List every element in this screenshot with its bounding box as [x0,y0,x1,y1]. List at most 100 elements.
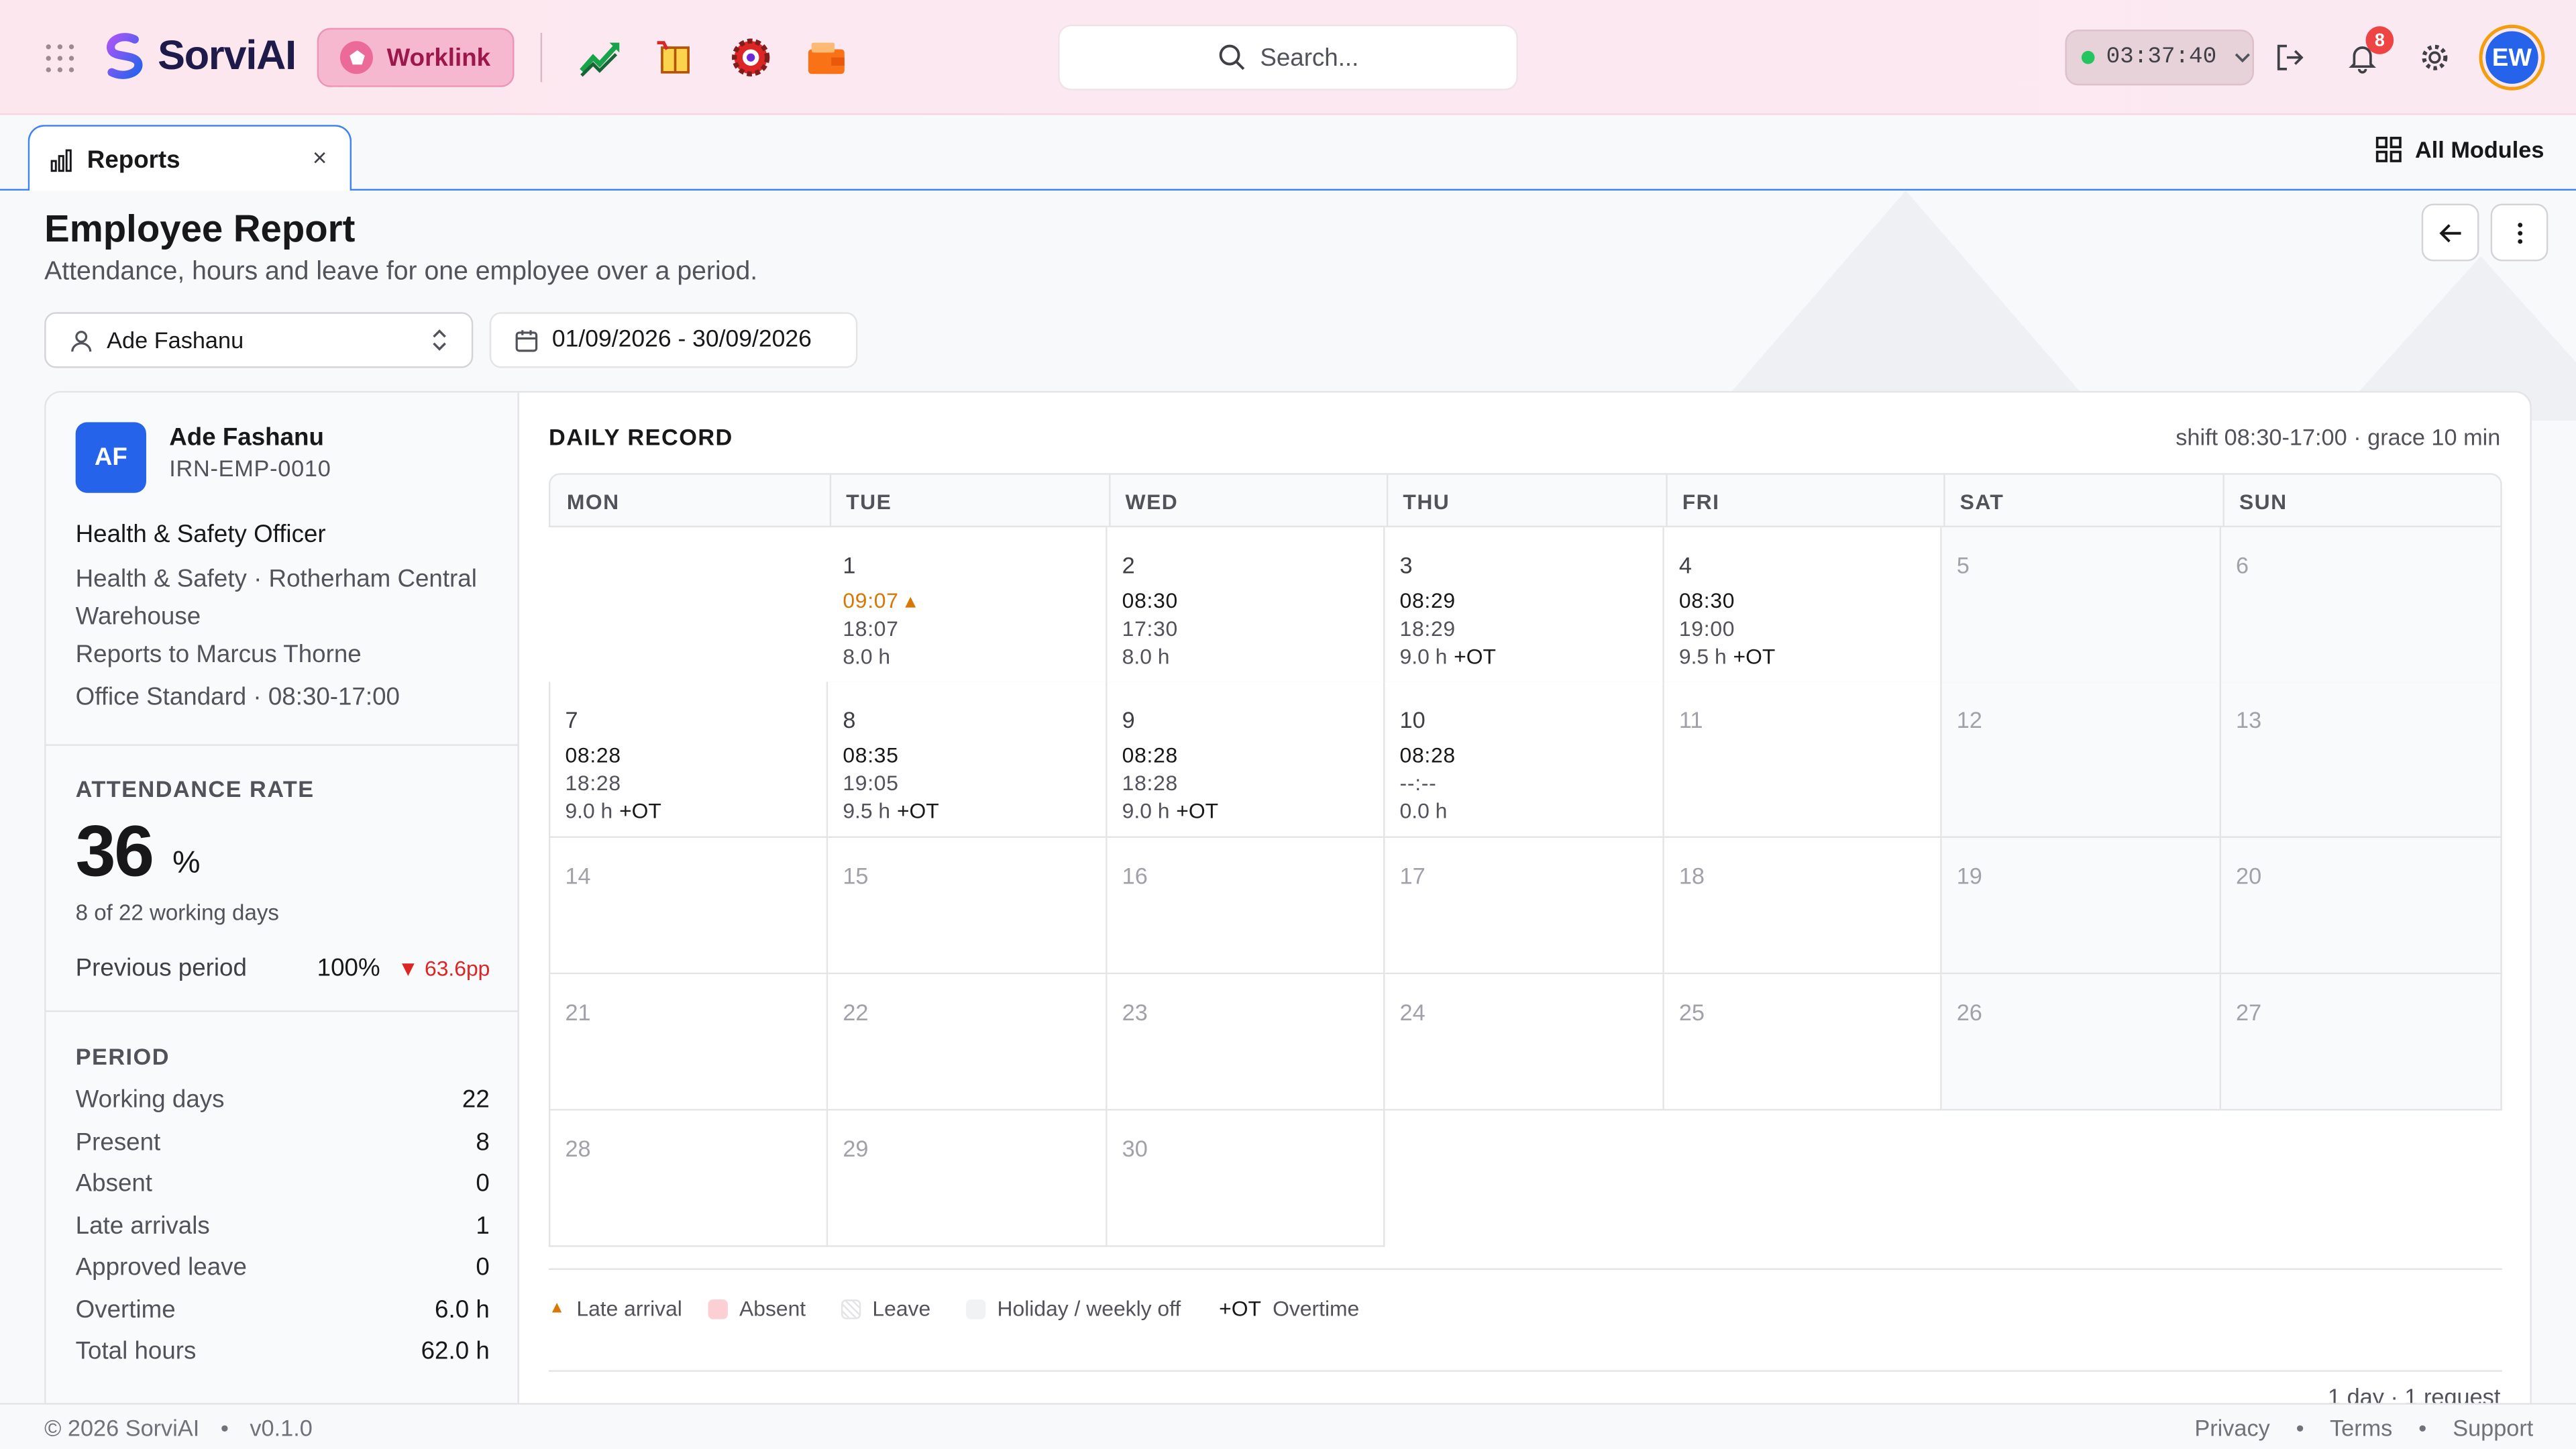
legend-late: ▲ Late arrival [549,1296,682,1321]
calendar-icon [515,329,538,352]
divider [46,1010,519,1012]
calendar-day-cell[interactable]: 7 08:28 18:28 9.0 h +OT [548,682,828,838]
calendar-day-cell[interactable]: 2 08:30 17:30 8.0 h [1107,527,1385,684]
status-dot [2081,50,2095,64]
app-logo[interactable]: SorviAI [99,30,297,82]
more-options-button[interactable] [2490,203,2548,262]
back-button[interactable] [2421,203,2479,262]
check-in-time: 08:29 [1399,588,1456,613]
period-stat-value: 22 [462,1085,490,1114]
employee-department: Health & Safety · Rotherham Central Ware… [75,565,477,631]
analytics-icon[interactable] [578,36,621,79]
calendar-day-cell[interactable]: 18 [1664,837,1942,975]
previous-period-delta: ▼ 63.6pp [397,956,490,981]
calendar-day-cell[interactable]: 4 08:30 19:00 9.5 h +OT [1664,527,1942,684]
calendar-day-cell[interactable]: 29 [828,1110,1108,1247]
calendar-day-cell[interactable]: 11 [1664,682,1942,838]
calendar-day-cell[interactable]: 15 [828,837,1108,975]
all-modules-button[interactable]: All Modules [2375,136,2544,162]
calendar-day-cell[interactable]: 22 [828,974,1108,1111]
weekday-header: THU [1403,489,1450,515]
employee-id: IRN-EMP-0010 [169,455,331,482]
clock-timer-dropdown[interactable]: 03:37:40 [2065,30,2255,86]
footer-left: © 2026 SorviAI • v0.1.0 [44,1415,313,1441]
calendar-day-cell[interactable]: 21 [548,974,828,1111]
calendar-day-cell[interactable]: 20 [2221,837,2502,975]
hours-value: 9.5 h [1678,644,1727,669]
calendar-day-cell[interactable]: 17 [1385,837,1664,975]
grid-icon [2375,136,2402,162]
period-stat-value: 0 [476,1169,490,1198]
daily-record-title: DAILY RECORD [548,423,733,451]
legend-absent-label: Absent [739,1296,806,1321]
column-divider [829,474,832,529]
calendar-day-cell[interactable]: 9 08:28 18:28 9.0 h +OT [1107,682,1385,838]
calendar-day-cell[interactable]: 12 [1941,682,2222,838]
notification-badge: 8 [2365,26,2394,54]
calendar-day-cell[interactable]: 26 [1941,974,2222,1111]
footer-link-privacy[interactable]: Privacy [2194,1415,2269,1441]
day-number: 1 [843,551,856,579]
calendar-day-cell[interactable]: 5 [1941,527,2222,684]
employee-select[interactable]: Ade Fashanu [44,312,474,368]
overtime-tag: +OT [1454,644,1496,669]
footer-link-terms[interactable]: Terms [2330,1415,2392,1441]
footer-separator: • [2296,1414,2304,1441]
calendar-day-cell[interactable]: 24 [1385,974,1664,1111]
date-range-picker[interactable]: 01/09/2026 - 30/09/2026 [489,312,858,368]
worklink-module-button[interactable]: ⬟ Worklink [317,28,515,87]
logout-icon[interactable] [2273,41,2306,74]
calendar-day-cell[interactable]: 16 [1107,837,1385,975]
calendar-day-cell[interactable]: 19 [1941,837,2222,975]
day-number: 14 [565,862,591,889]
calendar-header: MON TUE WED THU FRI SAT SUN [548,473,2502,529]
footer-copyright: © 2026 SorviAI [44,1414,200,1441]
footer-link-support[interactable]: Support [2453,1415,2533,1441]
weekday-header: SAT [1960,489,2004,515]
hours-value: 9.0 h [1122,798,1170,823]
footer: © 2026 SorviAI • v0.1.0 Privacy • Terms … [0,1403,2576,1449]
calendar-day-cell[interactable]: 13 [2221,682,2502,838]
hours-worked: 8.0 h [843,644,890,669]
hours-value: 8.0 h [843,644,891,669]
day-number: 6 [2236,551,2249,579]
calendar-day-cell[interactable]: 25 [1664,974,1942,1111]
calendar-day-cell[interactable]: 30 [1107,1110,1385,1247]
column-divider [1943,474,1945,529]
calendar-day-cell[interactable]: 1 09:07 ▴ 18:07 8.0 h [828,527,1108,684]
calendar-day-cell[interactable]: 28 [548,1110,828,1247]
user-avatar[interactable]: EW [2479,24,2545,91]
day-number: 13 [2236,706,2262,733]
calendar-day-cell[interactable]: 8 08:35 19:05 9.5 h +OT [828,682,1108,838]
wallet-icon[interactable] [805,36,848,79]
period-label: PERIOD [75,1043,170,1070]
search-input[interactable]: Search... [1058,24,1518,91]
calendar-day-cell[interactable]: 27 [2221,974,2502,1111]
day-number: 15 [843,862,869,889]
search-placeholder: Search... [1260,43,1359,72]
legend-holiday-label: Holiday / weekly off [997,1296,1181,1321]
footer-separator: • [2418,1414,2427,1441]
employee-name: Ade Fashanu [169,423,324,452]
calendar-day-cell[interactable]: 10 08:28 --:-- 0.0 h [1385,682,1664,838]
gear-icon[interactable] [2418,41,2451,74]
settings-wheel-icon[interactable] [729,36,772,79]
apps-grid-icon[interactable] [46,44,76,74]
package-icon[interactable] [654,36,697,79]
check-out-time: 18:28 [565,770,621,796]
close-icon[interactable]: × [313,145,327,173]
check-in-time: 08:28 [565,742,621,767]
attendance-rate-label: ATTENDANCE RATE [75,775,315,802]
calendar-day-cell[interactable]: 3 08:29 18:29 9.0 h +OT [1385,527,1664,684]
check-in-time: 08:30 [1678,588,1735,613]
previous-period-value: 100% [317,954,380,983]
check-out-time: 18:07 [843,616,899,641]
period-stat-row: Approved leave 0 [76,1254,490,1282]
period-stat-row: Present 8 [76,1128,490,1157]
app-name: SorviAI [158,32,297,78]
tab-reports[interactable]: Reports × [28,125,352,193]
calendar-day-cell[interactable]: 6 [2221,527,2502,684]
calendar-day-cell[interactable]: 14 [548,837,828,975]
attendance-rate-unit: % [172,846,201,881]
calendar-day-cell[interactable]: 23 [1107,974,1385,1111]
